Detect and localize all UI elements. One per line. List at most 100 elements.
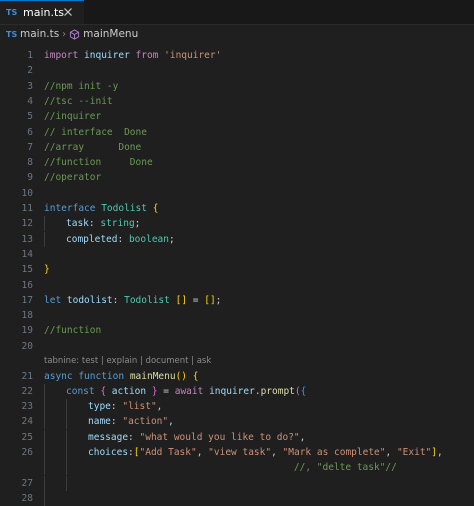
code-token: , <box>437 447 443 458</box>
code-line[interactable]: 21 async function mainMenu() { <box>0 369 474 384</box>
tab-label: main.ts <box>23 6 65 19</box>
indent-guide <box>66 399 67 415</box>
line-number: 5 <box>27 111 33 123</box>
code-line[interactable]: 1 import inquirer from 'inquirer' <box>0 48 474 63</box>
breadcrumb-symbol[interactable]: mainMenu <box>83 28 138 40</box>
indent-guide <box>66 460 67 476</box>
code-line[interactable]: 8 //function Done <box>0 155 474 170</box>
code-line[interactable]: 11 interface Todolist { <box>0 201 474 216</box>
code-token: //, "delte task"// <box>293 462 397 474</box>
line-number: 10 <box>21 187 33 199</box>
code-line[interactable]: 13 completed: boolean; <box>0 231 474 247</box>
code-line[interactable]: //, "delte task"// <box>0 460 474 476</box>
code-text: task: string; <box>66 216 140 231</box>
code-line[interactable]: 14 <box>0 247 474 262</box>
code-token: } <box>44 264 50 276</box>
code-token: inquirer <box>84 50 136 61</box>
code-line[interactable]: 10 <box>0 186 474 201</box>
code-token: //tsc --init <box>44 95 113 107</box>
code-token: { <box>152 203 159 214</box>
code-line[interactable]: 28 <box>0 490 474 506</box>
code-token: boolean <box>128 233 169 245</box>
code-token: : <box>128 431 140 443</box>
line-number: 9 <box>27 172 33 184</box>
code-token: string <box>100 218 135 230</box>
code-editor[interactable]: tabnine: test | explain | document | ask… <box>0 44 474 506</box>
code-line[interactable]: 26 choices:["Add Task", "view task", "Mar… <box>0 445 474 460</box>
code-token: message <box>88 431 129 443</box>
code-line[interactable]: 2 <box>0 63 474 78</box>
code-text: //npm init -y <box>44 79 118 94</box>
line-number: 11 <box>21 203 33 214</box>
method-cube-icon <box>70 28 80 40</box>
code-token: //function Done <box>44 157 153 169</box>
code-token: { <box>100 385 112 397</box>
line-number: 16 <box>21 279 33 291</box>
code-line[interactable]: 27 <box>0 475 474 491</box>
line-number: 3 <box>27 80 33 92</box>
code-token: { <box>300 385 307 397</box>
indent-guide <box>44 445 45 460</box>
code-token: // interface Done <box>44 126 147 138</box>
code-token: () <box>175 370 188 382</box>
code-line[interactable]: 5 //inquirer <box>0 109 474 124</box>
code-token: = <box>187 294 205 306</box>
line-number: 28 <box>21 492 33 504</box>
indent-guide <box>44 414 45 430</box>
code-token: : <box>112 294 125 306</box>
code-token: : <box>110 416 123 428</box>
tab-main-ts[interactable]: TS main.ts <box>0 0 84 24</box>
code-token: //array Done <box>44 141 142 153</box>
code-line[interactable]: 23 type: "list", <box>0 399 474 415</box>
indent-guide <box>44 399 45 415</box>
code-token: ; <box>215 294 222 306</box>
line-number: 27 <box>21 477 33 489</box>
code-text: async function mainMenu() { <box>44 369 199 384</box>
code-line[interactable]: 6 // interface Done <box>0 125 474 140</box>
code-token: await <box>174 385 210 397</box>
code-text: } <box>44 262 50 277</box>
line-number: 1 <box>27 50 33 61</box>
code-token: "Exit" <box>396 447 432 458</box>
code-line[interactable]: 25 message: "what would you like to do?", <box>0 429 474 445</box>
code-line[interactable]: 15} <box>0 262 474 277</box>
code-token: , <box>156 401 163 413</box>
line-number: 15 <box>21 264 33 276</box>
code-text: choices:["Add Task", "view task", "Mark … <box>88 445 443 460</box>
close-icon[interactable] <box>60 4 76 20</box>
code-line[interactable]: 12 task: string; <box>0 216 474 232</box>
code-line[interactable]: 16 <box>0 278 474 293</box>
code-line[interactable]: 3 //npm init -y <box>0 79 474 94</box>
code-token: import <box>44 50 85 61</box>
indent-guide <box>66 445 67 460</box>
code-token: , <box>196 447 209 458</box>
line-number: 22 <box>21 385 33 397</box>
code-line[interactable]: 24 name: "action", <box>0 414 474 430</box>
breadcrumb: TS main.ts › mainMenu <box>0 25 474 43</box>
indent-guide <box>44 216 45 232</box>
code-text: let todolist: Todolist [] = []; <box>44 293 221 308</box>
typescript-icon: TS <box>6 29 18 39</box>
code-text: //, "delte task"// <box>88 460 397 475</box>
code-lens[interactable]: tabnine: test | explain | document | ask <box>44 354 211 368</box>
line-number: 21 <box>21 370 33 382</box>
code-line[interactable]: 19 //function <box>0 323 474 338</box>
chevron-right-icon: › <box>62 28 67 40</box>
code-line[interactable]: 20 <box>0 339 474 354</box>
breadcrumb-file[interactable]: main.ts <box>20 28 59 40</box>
code-text: interface Todolist { <box>44 201 158 216</box>
indent-guide <box>44 383 45 399</box>
code-line[interactable]: 4 //tsc --init <box>0 94 474 109</box>
code-line[interactable]: 9 //operator <box>0 170 474 185</box>
code-token: , <box>299 431 306 443</box>
typescript-icon: TS <box>6 8 18 17</box>
code-line[interactable]: 18 <box>0 308 474 323</box>
code-token: //operator <box>44 172 102 184</box>
code-line[interactable]: 17 let todolist: Todolist [] = []; <box>0 293 474 308</box>
code-token: : <box>88 218 101 230</box>
line-number: 13 <box>21 233 33 245</box>
code-token: mainMenu <box>129 370 176 382</box>
code-line[interactable]: 7 //array Done <box>0 140 474 155</box>
code-text: //inquirer <box>44 109 101 124</box>
code-line[interactable]: 22 const { action } = await inquirer.prom… <box>0 383 474 399</box>
